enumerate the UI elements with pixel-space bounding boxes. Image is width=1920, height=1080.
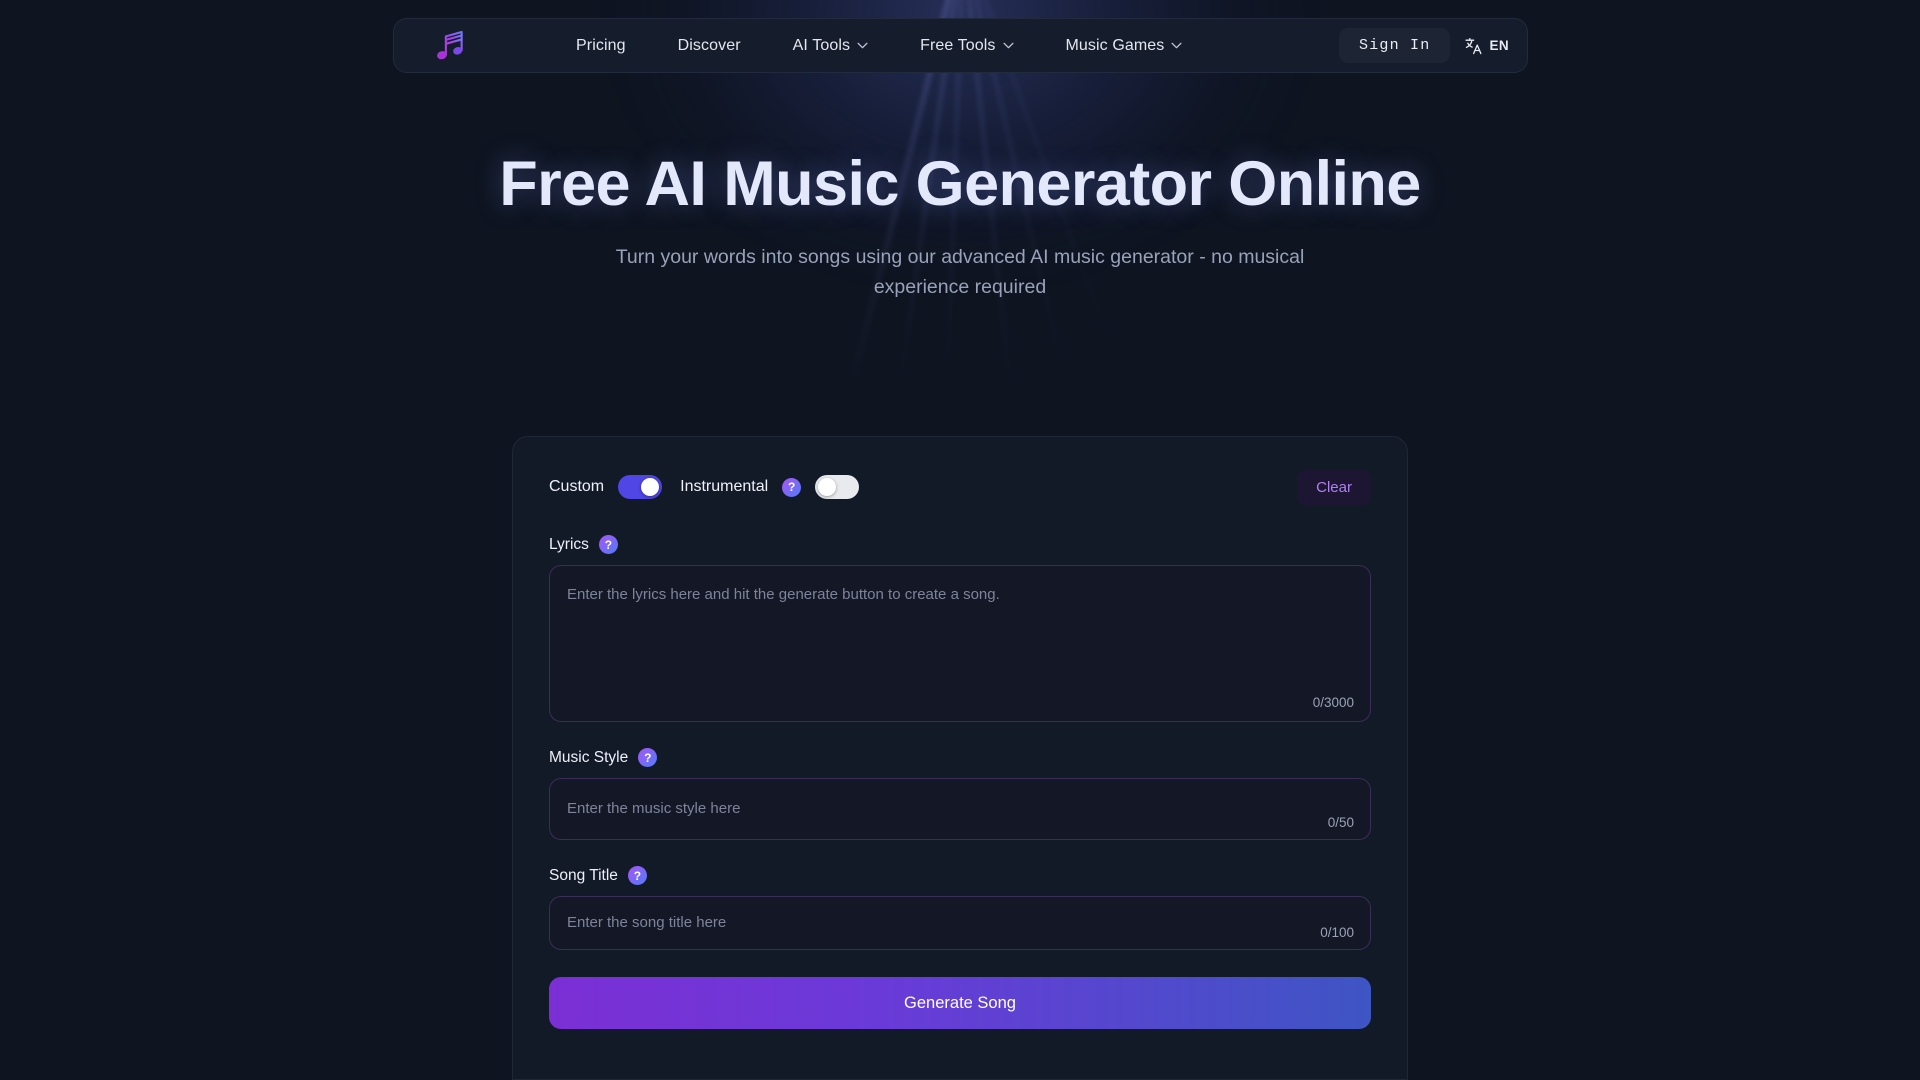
nav-item-discover[interactable]: Discover [652,29,767,63]
music-note-icon [437,30,463,59]
song-title-help-icon[interactable]: ? [627,866,647,885]
lyrics-placeholder: Enter the lyrics here and hit the genera… [567,586,1000,603]
music-style-label-row: Music Style ? [549,748,1371,767]
lyrics-help-icon[interactable]: ? [598,535,618,554]
instrumental-help-icon[interactable]: ? [782,477,802,497]
nav-item-free-tools[interactable]: Free Tools [894,29,1039,63]
chevron-down-icon [1002,42,1014,49]
sign-in-button[interactable]: Sign In [1339,28,1451,63]
nav-item-label: Music Games [1065,36,1165,54]
song-generator-card: Custom Instrumental ? Clear Lyrics ? Ent… [512,436,1408,1080]
language-selector[interactable]: EN [1464,36,1513,56]
nav-item-label: Free Tools [920,36,996,54]
options-row: Custom Instrumental ? Clear [549,465,1371,509]
nav-item-pricing[interactable]: Pricing [550,29,652,63]
top-navigation-bar: Pricing Discover AI Tools Free Tools Mus… [393,18,1528,73]
instrumental-label: Instrumental [680,478,769,495]
nav-links: Pricing Discover AI Tools Free Tools Mus… [550,29,1339,63]
language-label: EN [1489,38,1509,53]
lyrics-label: Lyrics [549,535,589,553]
page-subtitle: Turn your words into songs using our adv… [615,246,1305,298]
custom-label: Custom [549,478,605,495]
music-style-field: Music Style ? Enter the music style here… [549,748,1371,840]
toggle-knob [641,478,660,496]
song-title-field: Song Title ? Enter the song title here 0… [549,866,1371,950]
nav-right-actions: Sign In EN [1339,28,1513,63]
song-title-placeholder: Enter the song title here [567,914,727,931]
site-logo[interactable] [406,18,498,73]
music-style-counter: 0/50 [1327,815,1354,830]
page-title: Free AI Music Generator Online [499,149,1421,219]
music-style-label: Music Style [549,748,629,766]
song-title-counter: 0/100 [1320,925,1354,940]
nav-item-label: Discover [677,36,741,54]
chevron-down-icon [857,42,868,49]
lyrics-field: Lyrics ? Enter the lyrics here and hit t… [549,535,1371,722]
lyrics-textarea[interactable]: Enter the lyrics here and hit the genera… [549,565,1371,722]
nav-item-music-games[interactable]: Music Games [1040,29,1209,63]
music-style-placeholder: Enter the music style here [567,800,741,817]
song-title-label: Song Title [549,866,618,884]
nav-item-label: Pricing [576,36,626,54]
song-title-input[interactable]: Enter the song title here 0/100 [549,896,1371,950]
music-style-help-icon[interactable]: ? [638,748,658,767]
custom-toggle[interactable] [618,475,663,499]
song-title-label-row: Song Title ? [549,866,1371,885]
translate-icon [1465,37,1482,54]
lyrics-counter: 0/3000 [1312,695,1354,710]
clear-button[interactable]: Clear [1297,469,1371,505]
toggle-knob [818,478,837,496]
generate-song-button[interactable]: Generate Song [549,977,1371,1029]
nav-item-label: AI Tools [792,36,851,54]
lyrics-label-row: Lyrics ? [549,535,1371,554]
nav-item-ai-tools[interactable]: AI Tools [767,29,894,63]
instrumental-toggle[interactable] [815,475,860,499]
music-style-input[interactable]: Enter the music style here 0/50 [549,778,1371,840]
chevron-down-icon [1171,42,1182,49]
